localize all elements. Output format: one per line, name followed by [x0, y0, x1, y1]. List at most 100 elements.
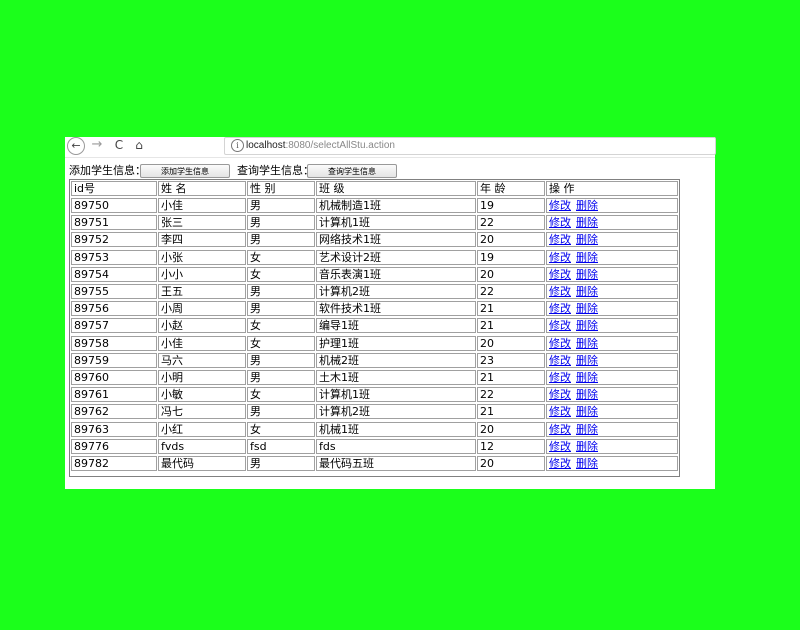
cell-name: 王五 — [158, 284, 246, 299]
cell-id: 89759 — [71, 352, 157, 368]
add-student-button[interactable]: 添加学生信息 — [140, 164, 230, 178]
edit-link[interactable]: 修改 — [549, 423, 571, 436]
cell-id: 89756 — [71, 301, 157, 317]
cell-name: 冯七 — [158, 404, 246, 420]
edit-link[interactable]: 修改 — [549, 199, 571, 212]
forward-arrow-icon[interactable]: → — [90, 137, 104, 153]
url-text[interactable]: localhost:8080/selectAllStu.action — [246, 138, 395, 153]
delete-link[interactable]: 删除 — [576, 337, 598, 350]
cell-class: 编导1班 — [316, 318, 476, 334]
edit-link[interactable]: 修改 — [549, 354, 571, 367]
cell-id: 89782 — [71, 456, 157, 471]
edit-link[interactable]: 修改 — [549, 319, 571, 332]
edit-link[interactable]: 修改 — [549, 405, 571, 418]
cell-age: 23 — [477, 352, 545, 368]
edit-link[interactable]: 修改 — [549, 440, 571, 453]
address-bar[interactable]: i localhost:8080/selectAllStu.action — [224, 137, 716, 155]
table-row: 89759 马六男机械2班 23 修改 删除 — [70, 352, 679, 368]
table-row: 89776 fvds fsd fds 12 修改 删除 — [70, 438, 679, 454]
delete-link[interactable]: 删除 — [576, 268, 598, 281]
header-class: 班 级 — [316, 181, 476, 196]
cell-gender: 男 — [247, 215, 315, 231]
delete-link[interactable]: 删除 — [576, 233, 598, 246]
home-icon[interactable]: ⌂ — [131, 137, 147, 153]
cell-actions: 修改 删除 — [546, 352, 678, 368]
header-name: 姓 名 — [158, 181, 246, 196]
header-actions: 操 作 — [546, 181, 678, 196]
reload-icon[interactable]: C — [112, 137, 126, 153]
cell-id: 89761 — [71, 387, 157, 403]
delete-link[interactable]: 删除 — [576, 388, 598, 401]
cell-actions: 修改 删除 — [546, 335, 678, 351]
cell-actions: 修改 删除 — [546, 266, 678, 282]
cell-id: 89751 — [71, 215, 157, 231]
edit-link[interactable]: 修改 — [549, 233, 571, 246]
cell-name: 李四 — [158, 232, 246, 248]
edit-link[interactable]: 修改 — [549, 302, 571, 315]
delete-link[interactable]: 删除 — [576, 285, 598, 298]
delete-link[interactable]: 删除 — [576, 423, 598, 436]
cell-id: 89754 — [71, 266, 157, 282]
delete-link[interactable]: 删除 — [576, 216, 598, 229]
cell-class: 土木1班 — [316, 370, 476, 385]
query-student-button[interactable]: 查询学生信息 — [307, 164, 397, 178]
cell-actions: 修改 删除 — [546, 421, 678, 437]
cell-gender: 女 — [247, 249, 315, 265]
url-path: :8080/selectAllStu.action — [285, 140, 395, 151]
edit-link[interactable]: 修改 — [549, 371, 571, 384]
edit-link[interactable]: 修改 — [549, 251, 571, 264]
delete-link[interactable]: 删除 — [576, 371, 598, 384]
cell-actions: 修改 删除 — [546, 387, 678, 403]
cell-name: 小张 — [158, 249, 246, 265]
table-row: 89754 小小女音乐表演1班 20 修改 删除 — [70, 266, 679, 282]
cell-name: fvds — [158, 438, 246, 454]
cell-gender: 男 — [247, 404, 315, 420]
delete-link[interactable]: 删除 — [576, 354, 598, 367]
delete-link[interactable]: 删除 — [576, 457, 598, 470]
url-host: localhost — [246, 140, 286, 151]
cell-class: 软件技术1班 — [316, 301, 476, 317]
edit-link[interactable]: 修改 — [549, 337, 571, 350]
cell-actions: 修改 删除 — [546, 318, 678, 334]
edit-link[interactable]: 修改 — [549, 268, 571, 281]
cell-age: 20 — [477, 421, 545, 437]
table-row: 89758 小佳女护理1班 20 修改 删除 — [70, 335, 679, 351]
cell-age: 22 — [477, 284, 545, 299]
edit-link[interactable]: 修改 — [549, 285, 571, 298]
delete-link[interactable]: 删除 — [576, 440, 598, 453]
cell-id: 89753 — [71, 249, 157, 265]
back-arrow-icon[interactable]: ← — [67, 137, 85, 155]
edit-link[interactable]: 修改 — [549, 457, 571, 470]
delete-link[interactable]: 删除 — [576, 199, 598, 212]
cell-gender: 男 — [247, 301, 315, 317]
table-row: 89753 小张女艺术设计2班 19 修改 删除 — [70, 249, 679, 265]
delete-link[interactable]: 删除 — [576, 319, 598, 332]
cell-actions: 修改 删除 — [546, 404, 678, 420]
cell-age: 21 — [477, 318, 545, 334]
cell-class: 最代码五班 — [316, 456, 476, 471]
cell-class: 机械2班 — [316, 352, 476, 368]
header-gender: 性 别 — [247, 181, 315, 196]
table-row: 89752 李四男网络技术1班 20 修改 删除 — [70, 231, 679, 248]
table-row: 89760 小明男土木1班 21 修改 删除 — [70, 369, 679, 385]
cell-id: 89762 — [71, 404, 157, 420]
cell-class: 计算机2班 — [316, 404, 476, 420]
cell-class: 计算机2班 — [316, 284, 476, 299]
cell-class: 艺术设计2班 — [316, 249, 476, 265]
edit-link[interactable]: 修改 — [549, 216, 571, 229]
cell-gender: 女 — [247, 387, 315, 403]
delete-link[interactable]: 删除 — [576, 405, 598, 418]
cell-id: 89776 — [71, 438, 157, 454]
delete-link[interactable]: 删除 — [576, 251, 598, 264]
delete-link[interactable]: 删除 — [576, 302, 598, 315]
info-icon[interactable]: i — [231, 139, 244, 152]
cell-gender: 男 — [247, 284, 315, 299]
cell-name: 小赵 — [158, 318, 246, 334]
cell-gender: 女 — [247, 266, 315, 282]
cell-class: 网络技术1班 — [316, 232, 476, 248]
cell-id: 89763 — [71, 421, 157, 437]
cell-actions: 修改 删除 — [546, 232, 678, 248]
cell-class: fds — [316, 438, 476, 454]
cell-age: 20 — [477, 335, 545, 351]
edit-link[interactable]: 修改 — [549, 388, 571, 401]
